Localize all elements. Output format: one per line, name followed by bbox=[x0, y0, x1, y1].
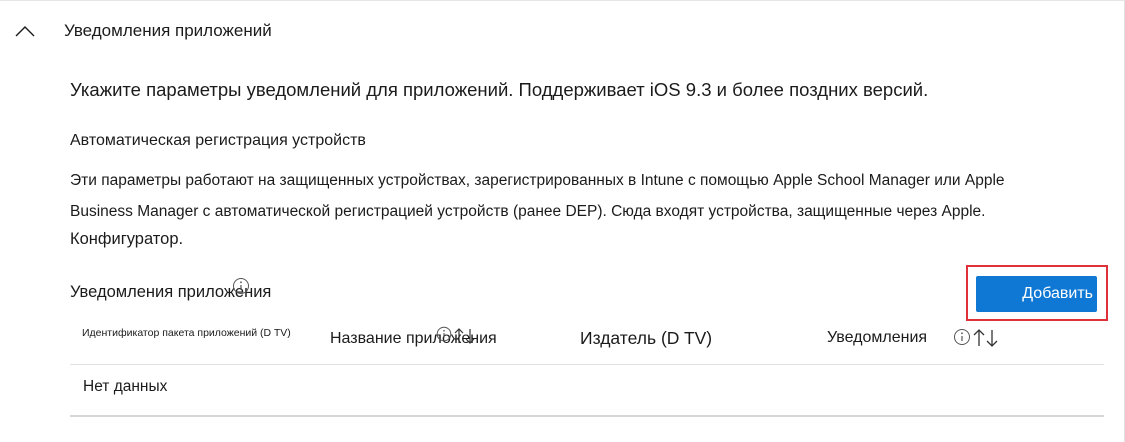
ade-description-line-2: Business Manager с автоматической регист… bbox=[70, 203, 986, 220]
notifications-sort-icon[interactable] bbox=[972, 327, 1000, 349]
column-header-notifications[interactable]: Уведомления bbox=[827, 329, 927, 347]
ade-description-line-1: Эти параметры работают на защищенных уст… bbox=[70, 172, 1005, 189]
app-name-sort-icon[interactable] bbox=[453, 326, 477, 346]
notifications-info-icon[interactable] bbox=[953, 328, 971, 346]
section-header[interactable]: Уведомления приложений bbox=[12, 15, 272, 47]
empty-state-text: Нет данных bbox=[83, 378, 168, 395]
table-bottom-divider bbox=[70, 415, 1104, 417]
header-divider bbox=[70, 364, 1104, 365]
intro-text: Укажите параметры уведомлений для прилож… bbox=[70, 79, 929, 100]
ade-description-line-3: Конфигуратор. bbox=[70, 230, 184, 248]
ade-description: Эти параметры работают на защищенных уст… bbox=[70, 165, 1080, 227]
ade-heading: Автоматическая регистрация устройств bbox=[70, 132, 366, 149]
column-header-publisher[interactable]: Издатель (D TV) bbox=[580, 328, 712, 349]
app-notifications-panel: Уведомления приложений Укажите параметры… bbox=[0, 0, 1125, 442]
app-name-info-icon[interactable] bbox=[436, 326, 452, 342]
section-title: Уведомления приложений bbox=[64, 21, 272, 40]
info-icon[interactable] bbox=[232, 277, 250, 295]
add-button[interactable]: Добавить bbox=[976, 276, 1097, 312]
column-header-bundle-id[interactable]: Идентификатор пакета приложений (D TV) bbox=[82, 327, 291, 339]
chevron-up-icon[interactable] bbox=[12, 18, 38, 44]
